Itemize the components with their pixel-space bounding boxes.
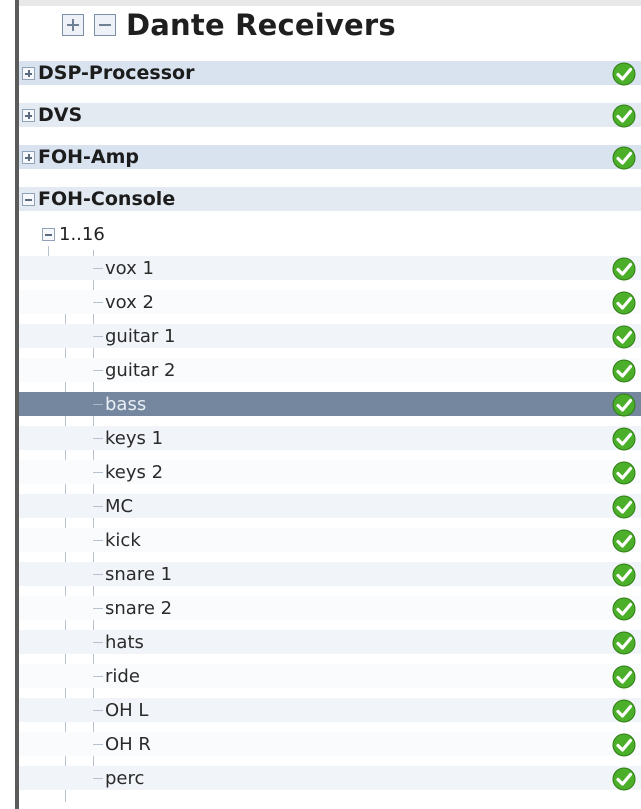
channel-row[interactable]: vox 2: [19, 290, 641, 315]
channel-label: guitar 1: [105, 326, 176, 347]
tree-connector: [93, 710, 103, 711]
tree-connector: [93, 676, 103, 677]
channel-group-row[interactable]: 1..16: [19, 222, 641, 246]
tree-connector: [93, 642, 103, 643]
tree-connector: [93, 404, 103, 405]
green-check-icon: [612, 291, 636, 315]
green-check-icon: [612, 495, 636, 519]
tree-connector: [93, 744, 103, 745]
channel-label: kick: [105, 530, 141, 551]
device-label: FOH-Amp: [38, 146, 140, 168]
green-check-icon: [612, 563, 636, 587]
device-label: DSP-Processor: [38, 62, 195, 84]
green-check-icon: [612, 104, 636, 128]
channel-label: OH R: [105, 734, 151, 755]
device-label: DVS: [38, 104, 83, 126]
device-row-foh-console[interactable]: FOH-Console: [19, 187, 641, 211]
channel-row[interactable]: keys 2: [19, 460, 641, 485]
green-check-icon: [612, 597, 636, 621]
tree-connector: [93, 608, 103, 609]
green-check-icon: [612, 699, 636, 723]
expand-icon[interactable]: [22, 151, 35, 164]
channel-label: vox 1: [105, 258, 154, 279]
green-check-icon: [612, 767, 636, 791]
tree-connector: [93, 336, 103, 337]
channel-row[interactable]: kick: [19, 528, 641, 553]
green-check-icon: [612, 427, 636, 451]
green-check-icon: [612, 325, 636, 349]
green-check-icon: [612, 461, 636, 485]
green-check-icon: [612, 257, 636, 281]
tree-connector: [93, 506, 103, 507]
tree-header: Dante Receivers: [19, 6, 641, 56]
channel-label: perc: [105, 768, 145, 789]
expand-icon[interactable]: [22, 67, 35, 80]
green-check-icon: [612, 62, 636, 86]
channel-label: OH L: [105, 700, 149, 721]
channel-label: snare 1: [105, 564, 173, 585]
dante-receivers-tree: Dante Receivers DSP-Processor DVS FOH-Am…: [19, 0, 641, 809]
collapse-icon[interactable]: [42, 228, 55, 241]
channel-label: bass: [105, 394, 147, 415]
channel-row[interactable]: vox 1: [19, 256, 641, 281]
channel-label: hats: [105, 632, 144, 653]
green-check-icon: [612, 733, 636, 757]
tree-connector: [93, 438, 103, 439]
channel-row[interactable]: perc: [19, 766, 641, 791]
device-row-foh-amp[interactable]: FOH-Amp: [19, 145, 641, 170]
channel-label: MC: [105, 496, 134, 517]
channel-row[interactable]: guitar 1: [19, 324, 641, 349]
channel-row[interactable]: guitar 2: [19, 358, 641, 383]
device-row-dvs[interactable]: DVS: [19, 103, 641, 128]
green-check-icon: [612, 665, 636, 689]
channel-label: vox 2: [105, 292, 154, 313]
channel-row[interactable]: keys 1: [19, 426, 641, 451]
green-check-icon: [612, 631, 636, 655]
channel-row[interactable]: ride: [19, 664, 641, 689]
tree-connector: [93, 472, 103, 473]
green-check-icon: [612, 393, 636, 417]
channel-label: keys 2: [105, 462, 164, 483]
channel-row[interactable]: hats: [19, 630, 641, 655]
green-check-icon: [612, 146, 636, 170]
channel-group-label: 1..16: [59, 224, 105, 245]
tree-title: Dante Receivers: [126, 8, 396, 42]
tree-connector: [93, 302, 103, 303]
green-check-icon: [612, 529, 636, 553]
tree-connector: [93, 778, 103, 779]
collapse-all-icon[interactable]: [94, 14, 116, 36]
tree-connector: [93, 268, 103, 269]
channel-label: snare 2: [105, 598, 173, 619]
channel-row[interactable]: snare 1: [19, 562, 641, 587]
green-check-icon: [612, 359, 636, 383]
tree-connector: [93, 370, 103, 371]
expand-all-icon[interactable]: [62, 14, 84, 36]
device-label: FOH-Console: [38, 188, 176, 210]
device-row-dsp-processor[interactable]: DSP-Processor: [19, 61, 641, 86]
channel-label: guitar 2: [105, 360, 176, 381]
tree-connector: [93, 574, 103, 575]
collapse-icon[interactable]: [22, 193, 35, 206]
tree-connector: [93, 540, 103, 541]
channel-row[interactable]: MC: [19, 494, 641, 519]
channel-row[interactable]: OH L: [19, 698, 641, 723]
channel-row[interactable]: snare 2: [19, 596, 641, 621]
channel-label: keys 1: [105, 428, 164, 449]
expand-icon[interactable]: [22, 109, 35, 122]
channel-row-selected[interactable]: bass: [19, 392, 641, 417]
channel-label: ride: [105, 666, 140, 687]
channel-row[interactable]: OH R: [19, 732, 641, 757]
